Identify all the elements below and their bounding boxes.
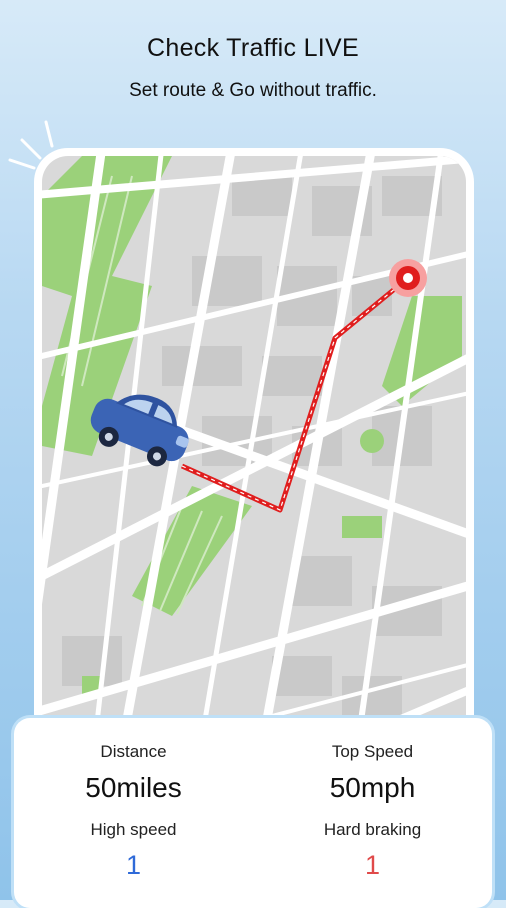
header: Check Traffic LIVE Set route & Go withou… — [0, 0, 506, 120]
distance-value: 50miles — [85, 772, 182, 803]
hard-braking-value: 1 — [364, 850, 381, 880]
top-speed-stat: Top Speed 50mph — [253, 742, 492, 804]
high-speed-stat: High speed 1 — [14, 820, 253, 881]
top-speed-label: Top Speed — [331, 742, 414, 761]
high-speed-value: 1 — [125, 850, 142, 880]
destination-pin[interactable] — [389, 259, 427, 297]
hard-braking-label: Hard braking — [323, 820, 422, 839]
distance-stat: Distance 50miles — [14, 742, 253, 804]
hard-braking-stat: Hard braking 1 — [253, 820, 492, 881]
page-subtitle: Set route & Go without traffic. — [129, 80, 377, 101]
high-speed-label: High speed — [90, 820, 177, 839]
top-speed-value: 50mph — [329, 772, 416, 803]
distance-label: Distance — [100, 742, 167, 761]
page-title: Check Traffic LIVE — [147, 34, 359, 62]
trip-stats-panel: Distance 50miles Top Speed 50mph High sp… — [14, 718, 492, 908]
